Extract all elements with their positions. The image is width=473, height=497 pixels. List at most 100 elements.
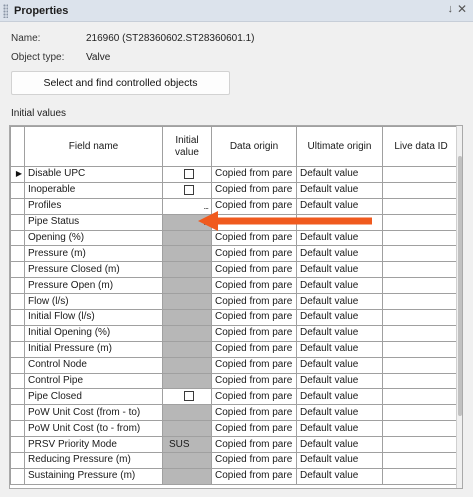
- row-selector[interactable]: [10, 181, 25, 199]
- grid-row[interactable]: Sustaining Pressure (m) Copied from pare D…: [10, 467, 460, 485]
- grid-scrollbar-thumb[interactable]: [458, 156, 462, 416]
- live-data-id-cell[interactable]: [382, 340, 460, 358]
- live-data-id-cell[interactable]: [382, 245, 460, 263]
- live-data-id-cell[interactable]: [382, 181, 460, 199]
- row-selector[interactable]: [10, 388, 25, 406]
- initial-value-cell[interactable]: [162, 388, 212, 406]
- ellipsis-button[interactable]: ...: [166, 200, 211, 212]
- grid-row[interactable]: Initial Opening (%) Copied from pare Defau…: [10, 324, 460, 342]
- grid-row[interactable]: PoW Unit Cost (to - from) Copied from par…: [10, 420, 460, 438]
- initial-value-cell[interactable]: ...: [162, 213, 212, 231]
- row-selector[interactable]: [10, 245, 25, 263]
- grid-row[interactable]: Control Pipe Copied from pare Default valu…: [10, 372, 460, 390]
- live-data-id-cell[interactable]: [382, 309, 460, 326]
- ellipsis-button[interactable]: ...: [166, 216, 211, 228]
- grid-row[interactable]: Pipe Status...: [10, 213, 460, 231]
- row-selector[interactable]: [10, 452, 25, 469]
- row-selector[interactable]: [10, 293, 25, 311]
- column-header-ultimate-origin[interactable]: Ultimate origin: [296, 126, 383, 167]
- row-selector[interactable]: [10, 197, 25, 215]
- live-data-id-cell[interactable]: [382, 372, 460, 390]
- live-data-id-cell[interactable]: [382, 261, 460, 279]
- live-data-id-cell[interactable]: [382, 197, 460, 215]
- initial-value-cell[interactable]: ...: [162, 197, 212, 215]
- row-selector[interactable]: [10, 277, 25, 295]
- grid-row[interactable]: Reducing Pressure (m) Copied from pare Def…: [10, 452, 460, 469]
- grid-row[interactable]: Pressure (m) Copied from pare Default valu…: [10, 245, 460, 263]
- initial-value-cell[interactable]: [162, 420, 212, 438]
- initial-value-cell[interactable]: SUS: [162, 436, 212, 454]
- grid-row[interactable]: PRSV Priority Mode SUS Copied from pare Def…: [10, 436, 460, 454]
- live-data-id-cell[interactable]: [382, 356, 460, 374]
- live-data-id-cell[interactable]: [382, 388, 460, 406]
- initial-value-checkbox[interactable]: [183, 168, 194, 179]
- live-data-id-cell[interactable]: [382, 467, 460, 485]
- field-name-cell: Pipe Status: [24, 213, 163, 231]
- row-selector[interactable]: [10, 372, 25, 390]
- initial-value-cell[interactable]: [162, 404, 212, 422]
- initial-value-cell[interactable]: [162, 467, 212, 485]
- grid-row[interactable]: Initial Pressure (m) Copied from pare Defa…: [10, 340, 460, 358]
- row-selector[interactable]: [10, 229, 25, 247]
- row-selector[interactable]: [10, 404, 25, 422]
- grid-row[interactable]: Inoperable Copied from pare Default value: [10, 181, 460, 199]
- live-data-id-cell[interactable]: [382, 166, 460, 183]
- initial-value-cell[interactable]: [162, 261, 212, 279]
- initial-value-cell[interactable]: [162, 293, 212, 311]
- column-header-live-data-id[interactable]: Live data ID: [382, 126, 460, 167]
- initial-value-checkbox[interactable]: [183, 184, 194, 195]
- live-data-id-cell[interactable]: [382, 420, 460, 438]
- column-header-initial-value[interactable]: Initial value: [162, 126, 212, 167]
- live-data-id-cell[interactable]: [382, 436, 460, 454]
- grid-row[interactable]: Pressure Open (m) Copied from pare Default…: [10, 277, 460, 295]
- grid-vertical-scrollbar[interactable]: [456, 126, 462, 488]
- row-selector[interactable]: [10, 340, 25, 358]
- initial-value-cell[interactable]: [162, 356, 212, 374]
- grid-row[interactable]: Pipe Closed Copied from pare Default value: [10, 388, 460, 406]
- initial-value-cell[interactable]: [162, 452, 212, 469]
- initial-value-cell[interactable]: [162, 340, 212, 358]
- drag-grip-icon[interactable]: [3, 3, 8, 18]
- column-header-data-origin[interactable]: Data origin: [211, 126, 297, 167]
- row-selector[interactable]: [10, 261, 25, 279]
- live-data-id-cell[interactable]: [382, 324, 460, 342]
- grid-row[interactable]: Initial Flow (l/s) Copied from pare Defaul…: [10, 309, 460, 326]
- row-selector[interactable]: [10, 324, 25, 342]
- live-data-id-cell[interactable]: [382, 213, 460, 231]
- initial-value-cell[interactable]: [162, 166, 212, 183]
- initial-value-cell[interactable]: [162, 245, 212, 263]
- initial-value-cell[interactable]: [162, 372, 212, 390]
- row-selector[interactable]: [10, 213, 25, 231]
- select-controlled-objects-button[interactable]: Select and find controlled objects: [11, 71, 230, 95]
- row-selector[interactable]: [10, 309, 25, 326]
- initial-value-cell[interactable]: [162, 229, 212, 247]
- live-data-id-cell[interactable]: [382, 404, 460, 422]
- object-type-label: Object type:: [11, 51, 65, 63]
- live-data-id-cell[interactable]: [382, 452, 460, 469]
- initial-value-cell[interactable]: [162, 324, 212, 342]
- grid-row[interactable]: ▶ Disable UPC Copied from pare Default valu…: [10, 166, 460, 183]
- grid-row[interactable]: Control Node Copied from pare Default valu…: [10, 356, 460, 374]
- grid-row[interactable]: Opening (%) Copied from pare Default value: [10, 229, 460, 247]
- live-data-id-cell[interactable]: [382, 229, 460, 247]
- grid-row[interactable]: PoW Unit Cost (from - to) Copied from par…: [10, 404, 460, 422]
- pin-icon[interactable]: ↓: [448, 3, 454, 15]
- ultimate-origin-cell: Default value: [296, 197, 383, 215]
- row-selector[interactable]: [10, 436, 25, 454]
- live-data-id-cell[interactable]: [382, 277, 460, 295]
- initial-value-cell[interactable]: [162, 277, 212, 295]
- grid-row[interactable]: Profiles... Copied from pare Default value: [10, 197, 460, 215]
- initial-value-cell[interactable]: [162, 309, 212, 326]
- data-origin-cell: Copied from pare: [211, 340, 297, 358]
- close-icon[interactable]: ✕: [457, 2, 467, 16]
- live-data-id-cell[interactable]: [382, 293, 460, 311]
- row-selector[interactable]: ▶: [10, 166, 25, 183]
- grid-row[interactable]: Pressure Closed (m) Copied from pare Defau…: [10, 261, 460, 279]
- grid-row[interactable]: Flow (l/s) Copied from pare Default value: [10, 293, 460, 311]
- initial-value-checkbox[interactable]: [183, 391, 194, 402]
- row-selector[interactable]: [10, 420, 25, 438]
- initial-value-cell[interactable]: [162, 181, 212, 199]
- row-selector[interactable]: [10, 467, 25, 485]
- row-selector[interactable]: [10, 356, 25, 374]
- column-header-field-name[interactable]: Field name: [24, 126, 163, 167]
